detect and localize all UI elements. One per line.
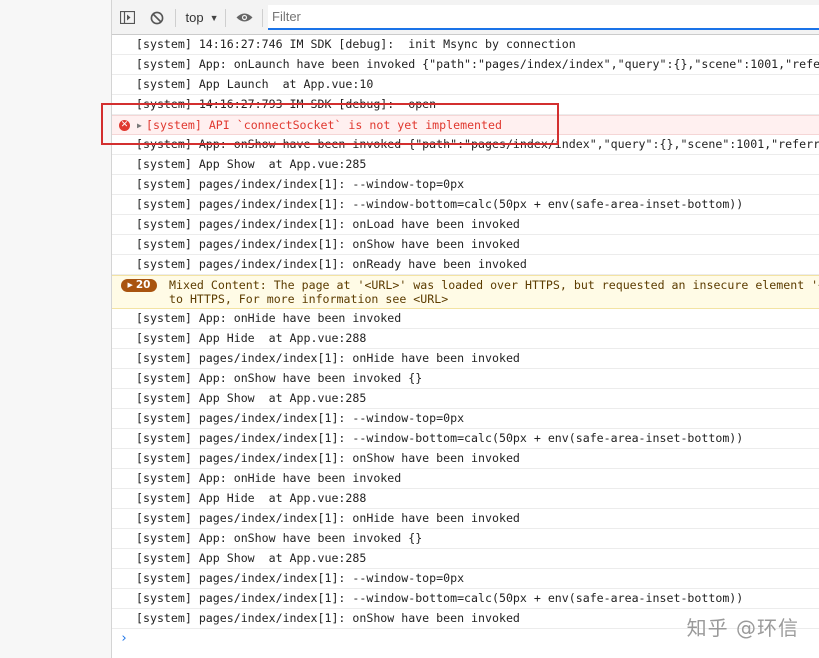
chevron-down-icon: ▼ bbox=[209, 12, 219, 23]
clear-console-icon bbox=[150, 11, 164, 24]
sidebar-icon bbox=[119, 11, 135, 24]
warning-count-badge[interactable]: ▶ 20 bbox=[121, 279, 157, 292]
warning-message-line: Mixed Content: The page at '<URL>' was l… bbox=[169, 278, 819, 292]
console-log-row: [system] App: onHide have been invoked bbox=[112, 469, 819, 489]
warning-message-line: to HTTPS, For more information see <URL> bbox=[169, 292, 449, 306]
console-log-row: [system] pages/index/index[1]: --window-… bbox=[112, 175, 819, 195]
console-log-row: [system] pages/index/index[1]: --window-… bbox=[112, 569, 819, 589]
live-expression-button[interactable] bbox=[232, 0, 256, 35]
console-log-row: [system] App Hide at App.vue:288 bbox=[112, 329, 819, 349]
eye-icon bbox=[236, 13, 252, 22]
console-log-row: [system] pages/index/index[1]: onHide ha… bbox=[112, 509, 819, 529]
warning-count: 20 bbox=[135, 279, 151, 291]
console-log-row: [system] App: onShow have been invoked {… bbox=[112, 369, 819, 389]
console-toolbar: top ▼ bbox=[112, 0, 819, 35]
console-log-row: [system] App Show at App.vue:285 bbox=[112, 549, 819, 569]
console-log-row: [system] pages/index/index[1]: --window-… bbox=[112, 429, 819, 449]
left-panel bbox=[0, 0, 112, 658]
toolbar-separator bbox=[262, 9, 263, 27]
console-log-row: [system] 14:16:27:746 IM SDK [debug]: in… bbox=[112, 35, 819, 55]
chevron-right-icon: › bbox=[120, 631, 128, 646]
console-log-row: [system] pages/index/index[1]: onReady h… bbox=[112, 255, 819, 275]
console-log-row: [system] pages/index/index[1]: --window-… bbox=[112, 409, 819, 429]
highlight-annotation-box bbox=[101, 103, 559, 145]
console-log-row: [system] pages/index/index[1]: onShow ha… bbox=[112, 449, 819, 469]
filter-field[interactable] bbox=[268, 5, 819, 30]
console-log-row: [system] App Hide at App.vue:288 bbox=[112, 489, 819, 509]
console-log-row: [system] App Show at App.vue:285 bbox=[112, 389, 819, 409]
console-log-row: [system] pages/index/index[1]: --window-… bbox=[112, 195, 819, 215]
console-log-row: [system] App: onShow have been invoked {… bbox=[112, 529, 819, 549]
console-log-row: [system] App: onLaunch have been invoked… bbox=[112, 55, 819, 75]
clear-console-button[interactable] bbox=[146, 0, 168, 35]
toolbar-separator bbox=[175, 9, 176, 27]
filter-input[interactable] bbox=[268, 9, 819, 24]
context-selector[interactable]: top ▼ bbox=[182, 0, 222, 35]
sidebar-toggle-button[interactable] bbox=[116, 0, 138, 35]
console-log-row: [system] App Show at App.vue:285 bbox=[112, 155, 819, 175]
console-log-row: [system] pages/index/index[1]: onShow ha… bbox=[112, 235, 819, 255]
toolbar-separator bbox=[225, 9, 226, 27]
console-warning-row: ▶ 20 Mixed Content: The page at '<URL>' wa… bbox=[112, 275, 819, 309]
context-label: top bbox=[185, 10, 204, 25]
console-log-row: [system] App: onHide have been invoked bbox=[112, 309, 819, 329]
console-log-row: [system] pages/index/index[1]: --window-… bbox=[112, 589, 819, 609]
console-log-row: [system] pages/index/index[1]: onLoad ha… bbox=[112, 215, 819, 235]
expand-triangle-icon: ▶ bbox=[127, 281, 133, 289]
console-log-row: [system] pages/index/index[1]: onHide ha… bbox=[112, 349, 819, 369]
watermark: 知乎 @环信 bbox=[686, 616, 799, 640]
console-log-row: [system] App Launch at App.vue:10 bbox=[112, 75, 819, 95]
console-panel: top ▼ [system] 14:16:27:746 IM SDK [debu… bbox=[112, 0, 819, 658]
